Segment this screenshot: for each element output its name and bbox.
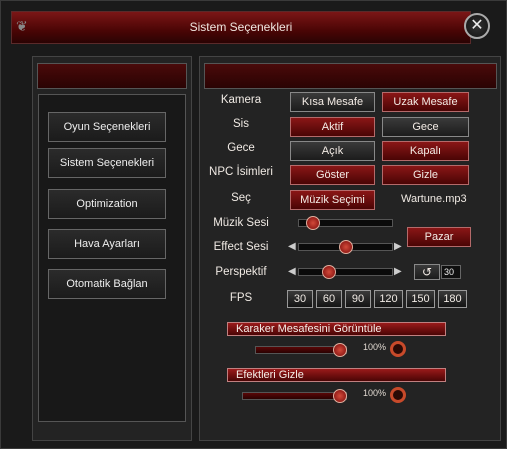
gece-on-button[interactable]: Açık bbox=[290, 141, 375, 161]
perspective-left-arrow-icon[interactable]: ◀ bbox=[288, 266, 296, 277]
sec-label: Seç bbox=[231, 192, 251, 204]
kamera-short-button[interactable]: Kısa Mesafe bbox=[290, 92, 375, 112]
fps-option-30[interactable]: 30 bbox=[287, 290, 313, 308]
pazar-button[interactable]: Pazar bbox=[407, 227, 471, 247]
effect-volume-label: Effect Sesi bbox=[213, 241, 269, 253]
kamera-far-button[interactable]: Uzak Mesafe bbox=[382, 92, 469, 112]
distance-toggle-bar[interactable]: Karaker Mesafesini Görüntüle bbox=[227, 322, 446, 336]
distance-ring-icon[interactable] bbox=[390, 341, 406, 357]
effects-thumb[interactable] bbox=[333, 389, 347, 403]
title-bar[interactable]: ❦ Sistem Seçenekleri bbox=[11, 11, 471, 44]
effects-hide-bar[interactable]: Efektleri Gizle bbox=[227, 368, 446, 382]
window-title: Sistem Seçenekleri bbox=[189, 20, 293, 34]
kamera-label: Kamera bbox=[220, 94, 262, 106]
music-volume-thumb[interactable] bbox=[306, 216, 321, 230]
distance-percent: 100% bbox=[363, 342, 387, 352]
fps-option-120[interactable]: 120 bbox=[374, 290, 403, 308]
music-volume-label: Müzik Sesi bbox=[213, 217, 269, 229]
menu-item-optimization[interactable]: Optimization bbox=[48, 189, 166, 219]
close-button[interactable]: ✕ bbox=[464, 13, 490, 39]
effects-track[interactable] bbox=[242, 392, 347, 400]
npc-label: NPC İsimleri bbox=[209, 166, 273, 178]
npc-show-button[interactable]: Göster bbox=[290, 165, 375, 185]
sis-night-button[interactable]: Gece bbox=[382, 117, 469, 137]
gece-off-button[interactable]: Kapalı bbox=[382, 141, 469, 161]
perspective-label: Perspektif bbox=[215, 266, 267, 278]
menu-item-hava[interactable]: Hava Ayarları bbox=[48, 229, 166, 259]
effects-percent: 100% bbox=[363, 388, 387, 398]
effect-right-arrow-icon[interactable]: ▶ bbox=[394, 241, 402, 252]
settings-panel-header bbox=[204, 63, 497, 89]
music-select-button[interactable]: Müzik Seçimi bbox=[290, 190, 375, 210]
menu-panel-header bbox=[37, 63, 187, 89]
sis-label: Sis bbox=[233, 118, 249, 130]
fps-option-90[interactable]: 90 bbox=[345, 290, 371, 308]
perspective-right-arrow-icon[interactable]: ▶ bbox=[394, 266, 402, 277]
settings-window: ❦ Sistem Seçenekleri ✕ Oyun Seçenekleri … bbox=[0, 0, 507, 449]
menu-item-sistem[interactable]: Sistem Seçenekleri bbox=[48, 148, 166, 178]
effect-volume-thumb[interactable] bbox=[338, 240, 353, 254]
gece-label: Gece bbox=[227, 142, 255, 154]
perspective-track[interactable] bbox=[298, 268, 393, 276]
fps-option-60[interactable]: 60 bbox=[316, 290, 342, 308]
fps-option-180[interactable]: 180 bbox=[438, 290, 467, 308]
perspective-value[interactable]: 30 bbox=[441, 265, 461, 279]
reset-icon[interactable]: ↺ bbox=[414, 264, 440, 280]
music-file-name: Wartune.mp3 bbox=[401, 193, 467, 205]
fps-label: FPS bbox=[229, 292, 253, 304]
close-icon: ✕ bbox=[470, 17, 484, 34]
sis-active-button[interactable]: Aktif bbox=[290, 117, 375, 137]
menu-item-oyun[interactable]: Oyun Seçenekleri bbox=[48, 112, 166, 142]
effects-ring-icon[interactable] bbox=[390, 387, 406, 403]
menu-item-otomatik[interactable]: Otomatik Bağlan bbox=[48, 269, 166, 299]
npc-hide-button[interactable]: Gizle bbox=[382, 165, 469, 185]
effect-left-arrow-icon[interactable]: ◀ bbox=[288, 241, 296, 252]
fps-option-150[interactable]: 150 bbox=[406, 290, 435, 308]
distance-thumb[interactable] bbox=[333, 343, 347, 357]
